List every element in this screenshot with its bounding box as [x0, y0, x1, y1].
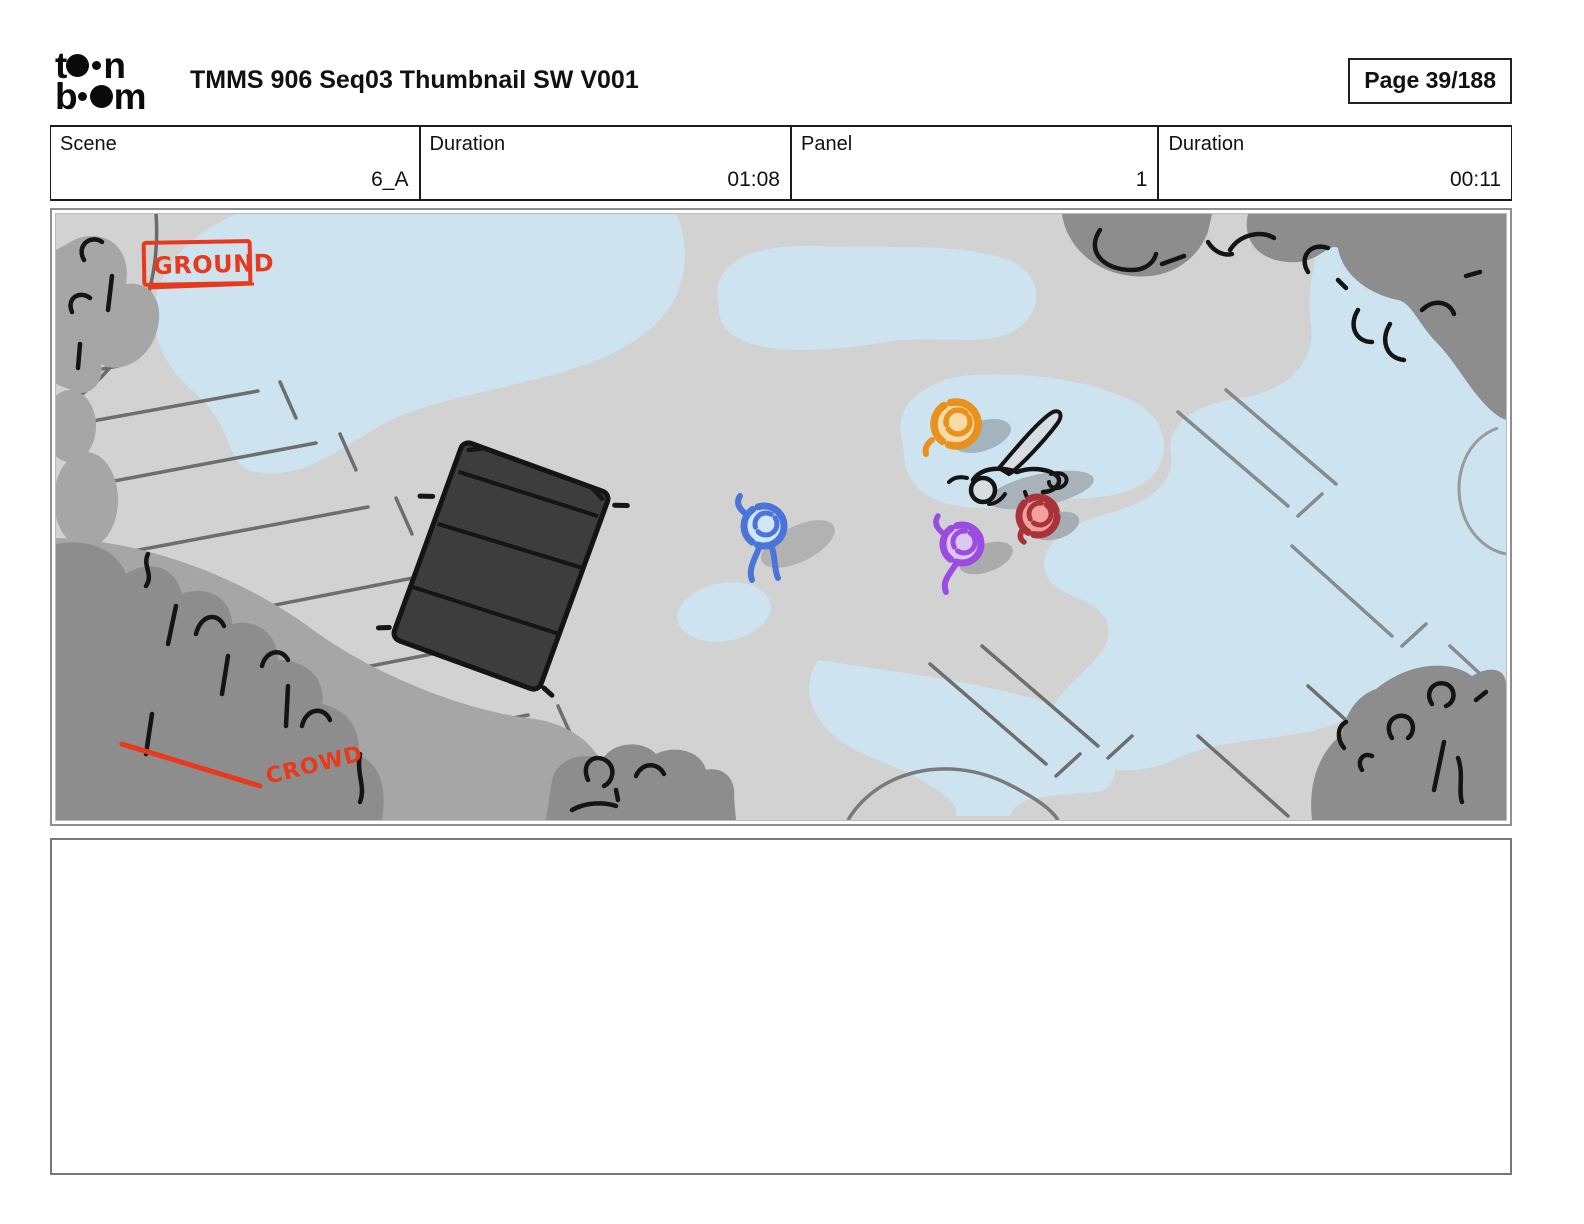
storyboard-art: GROUND CROWD	[56, 214, 1506, 820]
caption-box	[50, 838, 1512, 1175]
storyboard-panel-frame: GROUND CROWD	[50, 208, 1512, 826]
scene-duration-label: Duration	[429, 133, 506, 155]
panel-duration-label: Duration	[1168, 133, 1245, 155]
logo-dot-icon	[89, 85, 113, 108]
storyboard-page: tn bm TMMS 906 Seq03 Thumbnail SW V001 P…	[0, 0, 1584, 1224]
info-cell-panel-duration: Duration 00:11	[1159, 127, 1511, 199]
ground-label-text: GROUND	[153, 249, 275, 280]
logo-letter: m	[113, 75, 147, 117]
logo-dot-icon	[77, 92, 87, 101]
logo-dot-icon	[66, 54, 90, 77]
storyboard-drawing: GROUND CROWD	[55, 213, 1507, 821]
logo-letter: b	[55, 75, 78, 117]
scene-label: Scene	[60, 133, 117, 155]
info-cell-scene-duration: Duration 01:08	[421, 127, 792, 199]
panel-info-row: Scene 6_A Duration 01:08 Panel 1 Duratio…	[50, 125, 1512, 201]
panel-duration-value: 00:11	[1450, 168, 1501, 191]
page-number-badge: Page 39/188	[1348, 58, 1512, 104]
info-cell-panel: Panel 1	[792, 127, 1160, 199]
scene-duration-value: 01:08	[727, 168, 780, 191]
logo-dot-icon	[92, 61, 102, 70]
page-header: tn bm TMMS 906 Seq03 Thumbnail SW V001 P…	[50, 47, 1512, 120]
scene-value: 6_A	[371, 168, 409, 191]
panel-label: Panel	[800, 133, 853, 155]
info-cell-scene: Scene 6_A	[51, 127, 421, 199]
toonboom-logo: tn bm	[55, 47, 185, 117]
document-title: TMMS 906 Seq03 Thumbnail SW V001	[190, 66, 639, 94]
panel-value: 1	[1135, 168, 1148, 191]
